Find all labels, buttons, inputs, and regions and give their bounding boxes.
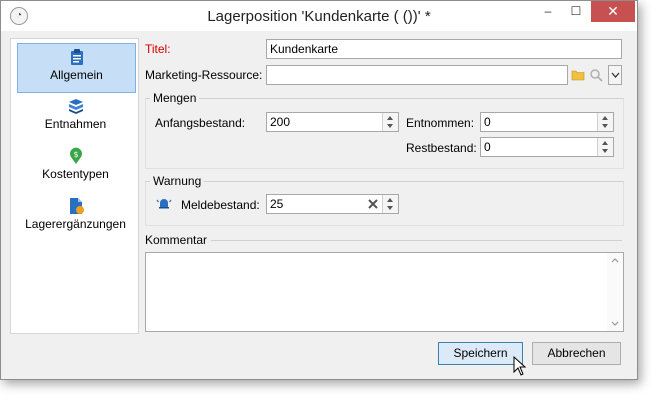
mengen-group-title: Mengen xyxy=(150,91,200,105)
title-bar[interactable]: ◔ Lagerposition 'Kundenkarte ( ())' * – … xyxy=(1,1,637,31)
up-arrow-icon[interactable] xyxy=(387,198,393,202)
meldebestand-input[interactable]: 25 xyxy=(266,194,399,214)
maximize-button[interactable]: ☐ xyxy=(562,1,590,22)
warnung-group-title: Warnung xyxy=(150,174,205,188)
magnifier-icon[interactable] xyxy=(589,68,603,82)
down-arrow-icon[interactable] xyxy=(602,124,608,128)
titel-input[interactable]: Kundenkarte xyxy=(266,39,622,59)
kommentar-textarea[interactable] xyxy=(145,252,624,332)
money-icon: $ xyxy=(69,147,82,164)
restbestand-value: 0 xyxy=(484,140,491,154)
sidebar-item-label: Kostentypen xyxy=(42,167,109,181)
marketing-ressource-input[interactable] xyxy=(266,65,568,85)
sidebar-item-entnahmen[interactable]: Entnahmen xyxy=(17,93,134,141)
mengen-group xyxy=(145,98,624,169)
sidebar-item-lagerergaenzungen[interactable]: Lagerergänzungen xyxy=(17,193,134,241)
sidebar: Allgemein Entnahmen $ Kostentypen Lagere… xyxy=(10,38,139,334)
entnommen-value: 0 xyxy=(484,115,491,129)
scroll-up-icon[interactable] xyxy=(611,258,619,263)
kommentar-scrollbar[interactable] xyxy=(607,253,623,331)
chevron-down-icon xyxy=(611,72,620,78)
sidebar-item-label: Lagerergänzungen xyxy=(25,217,126,231)
anfangsbestand-value: 200 xyxy=(270,115,291,129)
up-arrow-icon[interactable] xyxy=(602,116,608,120)
clipboard-icon xyxy=(70,49,83,65)
sidebar-item-allgemein[interactable]: Allgemein xyxy=(17,43,136,93)
kommentar-label: Kommentar xyxy=(145,233,208,247)
restbestand-input[interactable]: 0 xyxy=(480,137,614,157)
entnommen-stepper[interactable] xyxy=(597,113,613,131)
entnommen-input[interactable]: 0 xyxy=(480,112,614,132)
mouse-cursor-icon xyxy=(513,356,527,376)
up-arrow-icon[interactable] xyxy=(387,116,393,120)
svg-text:$: $ xyxy=(73,150,78,159)
meldebestand-stepper[interactable] xyxy=(382,195,398,213)
document-warning-icon xyxy=(69,198,84,214)
down-arrow-icon[interactable] xyxy=(602,149,608,153)
restbestand-stepper[interactable] xyxy=(597,138,613,156)
entnommen-label: Entnommen: xyxy=(406,116,475,130)
titel-label: Titel: xyxy=(145,42,171,56)
folder-icon[interactable] xyxy=(571,68,585,82)
restbestand-label: Restbestand: xyxy=(406,141,477,155)
boxes-icon xyxy=(68,99,83,114)
marketing-dropdown-button[interactable] xyxy=(608,65,622,85)
clear-icon[interactable] xyxy=(367,198,379,210)
sidebar-item-label: Entnahmen xyxy=(44,117,107,131)
close-button[interactable]: ✕ xyxy=(591,1,635,22)
save-button[interactable]: Speichern xyxy=(438,342,523,365)
anfangsbestand-stepper[interactable] xyxy=(382,113,398,131)
anfangsbestand-label: Anfangsbestand: xyxy=(155,116,246,130)
down-arrow-icon[interactable] xyxy=(387,206,393,210)
marketing-ressource-label: Marketing-Ressource: xyxy=(145,68,263,82)
meldebestand-value: 25 xyxy=(270,197,284,211)
up-arrow-icon[interactable] xyxy=(602,141,608,145)
sidebar-item-kostentypen[interactable]: $ Kostentypen xyxy=(17,143,134,191)
sidebar-item-label: Allgemein xyxy=(50,68,103,82)
down-arrow-icon[interactable] xyxy=(387,124,393,128)
minimize-button[interactable]: – xyxy=(534,1,562,22)
kommentar-divider xyxy=(211,240,622,241)
alarm-bell-icon xyxy=(156,199,172,209)
scroll-down-icon[interactable] xyxy=(611,321,619,326)
cancel-button[interactable]: Abbrechen xyxy=(532,342,621,365)
dialog-window: ◔ Lagerposition 'Kundenkarte ( ())' * – … xyxy=(0,0,638,380)
meldebestand-label: Meldebestand: xyxy=(181,198,260,212)
anfangsbestand-input[interactable]: 200 xyxy=(266,112,399,132)
